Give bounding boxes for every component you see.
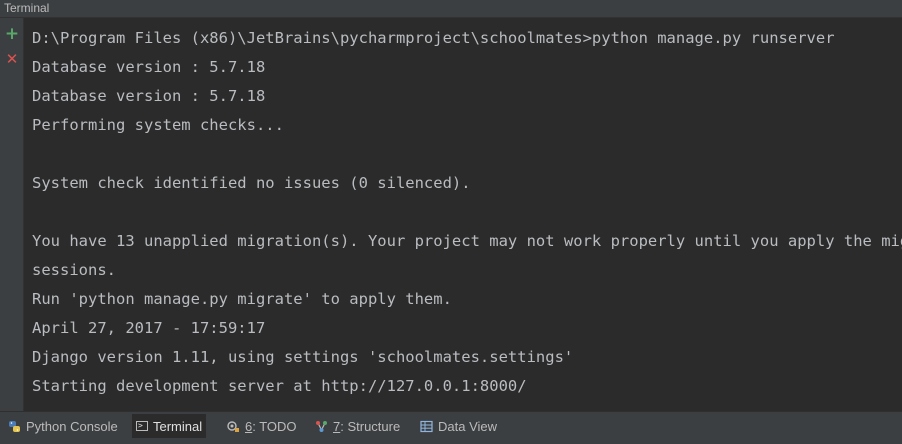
ide-window: Terminal + ✕ D:\Program Files (x86)\JetB… [0, 0, 902, 444]
tab-hotkey: 7 [333, 418, 341, 434]
tool-window-bar: Python Console > Terminal 6: TODO 7: Str… [0, 411, 902, 444]
terminal-line-command: D:\Program Files (x86)\JetBrains\pycharm… [32, 29, 835, 47]
tool-window-title: Terminal [4, 1, 50, 15]
tab-todo[interactable]: 6: TODO [223, 414, 301, 438]
terminal-line: Run 'python manage.py migrate' to apply … [32, 290, 452, 308]
tab-label: : TODO [252, 418, 297, 434]
new-session-plus-icon[interactable]: + [3, 24, 21, 44]
terminal-line: April 27, 2017 - 17:59:17 [32, 319, 266, 337]
table-icon [420, 420, 433, 432]
python-icon [9, 420, 20, 432]
terminal-output[interactable]: D:\Program Files (x86)\JetBrains\pycharm… [24, 18, 902, 411]
terminal-line: Django version 1.11, using settings 'sch… [32, 348, 574, 366]
tab-label: Terminal [153, 418, 203, 434]
terminal-toolbar: + ✕ [0, 18, 24, 411]
tab-hotkey: 6 [245, 418, 253, 434]
todo-icon [227, 420, 239, 432]
close-session-icon[interactable]: ✕ [3, 50, 21, 68]
terminal-icon: > [136, 421, 148, 431]
terminal-line: System check identified no issues (0 sil… [32, 174, 471, 192]
tool-window-header: Terminal [0, 0, 902, 18]
terminal-line: Database version : 5.7.18 [32, 58, 266, 76]
tab-label: Python Console [26, 418, 118, 434]
structure-icon [316, 420, 327, 432]
tab-terminal[interactable]: > Terminal [132, 414, 207, 438]
tab-data-view[interactable]: Data View [416, 414, 501, 438]
terminal-line: Database version : 5.7.18 [32, 87, 266, 105]
terminal-line: Starting development server at http://12… [32, 377, 527, 395]
tab-python-console[interactable]: Python Console [4, 414, 122, 438]
tab-label: Data View [438, 418, 498, 434]
terminal-line: Performing system checks... [32, 116, 284, 134]
tab-structure[interactable]: 7: Structure [311, 414, 404, 438]
tab-label: : Structure [340, 418, 401, 434]
terminal-line: You have 13 unapplied migration(s). Your… [32, 232, 902, 250]
terminal-line: sessions. [32, 261, 116, 279]
